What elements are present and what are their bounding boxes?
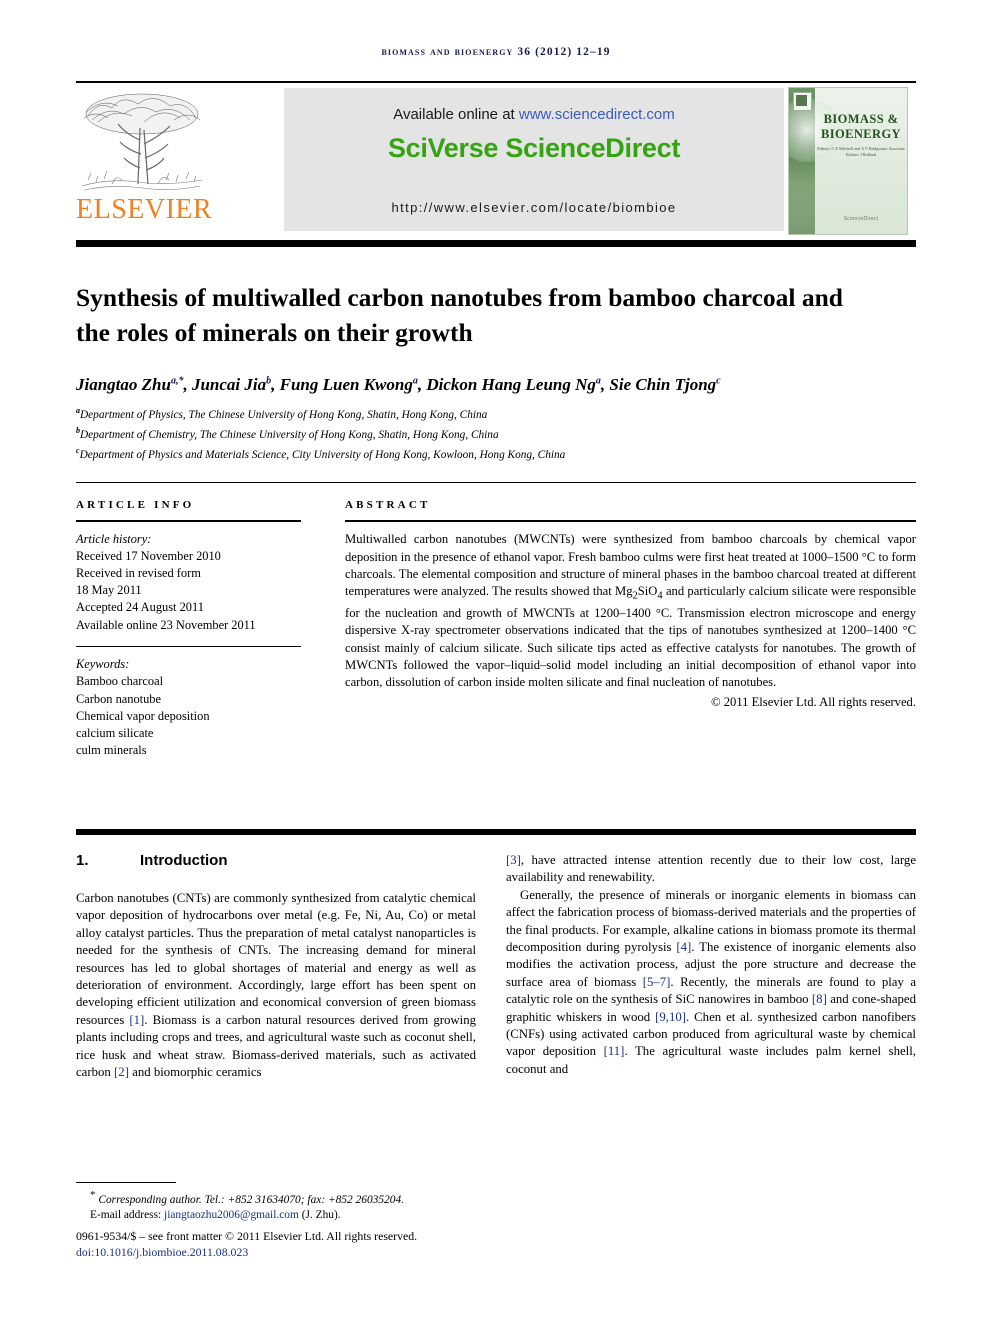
corresponding-author-text: Corresponding author. Tel.: +852 3163407… [98,1193,404,1206]
history-item-3: Accepted 24 August 2011 [76,600,204,615]
body-column-right: [3], have attracted intense attention re… [506,852,916,1078]
running-head: Biomass and Bioenergy 36 (2012) 12–19 [381,46,611,58]
history-item-4: Available online 23 November 2011 [76,617,256,632]
history-item-0: Received 17 November 2010 [76,548,221,563]
citation-4[interactable]: [4] [676,940,691,954]
history-item-1: Received in revised form [76,565,201,580]
keywords-label: Keywords: [76,657,130,672]
info-block-top-rule [76,482,916,484]
sciencedirect-url[interactable]: www.sciencedirect.com [519,106,675,123]
author-list: Jiangtao Zhua,*, Juncai Jiab, Fung Luen … [76,375,721,394]
right-paragraph-1-text: , have attracted intense attention recen… [506,853,916,885]
info-block-bottom-rule [76,829,916,835]
left-paragraph-part-c: and biomorphic ceramics [128,1065,262,1080]
author-0-affiliation-mark: a,* [170,375,184,387]
sciencedirect-banner: Available online at www.sciencedirect.co… [284,88,784,231]
elsevier-tree-icon [81,93,203,191]
section-title: Introduction [140,852,228,869]
section-number: 1. [76,852,89,869]
email-suffix: (J. Zhu). [298,1209,341,1222]
article-title: Synthesis of multiwalled carbon nanotube… [76,283,843,348]
author-3: Dickon Hang Leung Ng [426,375,596,394]
article-info-heading: ARTICLE INFO [76,499,195,511]
author-2: Fung Luen Kwong [279,375,413,394]
affiliation-0: aDepartment of Physics, The Chinese Univ… [76,403,876,423]
citation-1[interactable]: [1] [129,1013,144,1027]
sciverse-sciencedirect-logo: SciVerse ScienceDirect [387,133,681,163]
journal-cover-thumbnail: BIOMASS & BIOENERGY Editors: C E Mitchel… [788,87,908,235]
article-history: Article history: Received 17 November 20… [76,531,301,634]
abstract-column: ABSTRACT Multiwalled carbon nanotubes (M… [345,499,916,711]
email-label: E-mail address: [90,1209,165,1222]
email-link[interactable]: jiangtaozhu2006@gmail.com [164,1209,299,1221]
article-history-label: Article history: [76,531,152,546]
cover-sciencedirect-mark: ScienceDirect [843,216,879,222]
elsevier-logo: ELSEVIER [76,88,213,234]
journal-article-page: Biomass and Bioenergy 36 (2012) 12–19 [0,0,992,1323]
author-4: Sie Chin Tjong [609,375,717,394]
header-rule [76,81,916,83]
author-4-affiliation-mark: c [716,375,721,387]
front-matter-line: 0961-9534/$ – see front matter © 2011 El… [76,1229,418,1243]
keyword-0: Bamboo charcoal [76,674,164,689]
abstract-text: Multiwalled carbon nanotubes (MWCNTs) we… [345,531,916,691]
history-item-2: 18 May 2011 [76,583,142,598]
doi-link[interactable]: doi:10.1016/j.biombioe.2011.08.023 [76,1244,576,1260]
author-0: Jiangtao Zhu [76,375,171,394]
affiliation-1-text: Department of Chemistry, The Chinese Uni… [80,428,499,441]
left-paragraph-part-a: Carbon nanotubes (CNTs) are commonly syn… [76,891,476,1027]
affiliation-0-text: Department of Physics, The Chinese Unive… [80,408,488,421]
body-column-left: Carbon nanotubes (CNTs) are commonly syn… [76,890,476,1081]
keyword-list: Keywords: Bamboo charcoal Carbon nanotub… [76,656,301,759]
affiliation-1: bDepartment of Chemistry, The Chinese Un… [76,423,876,443]
citation-8[interactable]: [11] [604,1044,625,1058]
abstract-part-2: and particularly calcium silicate were r… [345,584,916,690]
cover-editors: Editors: C E Mitchell and A V Bridgwater… [817,146,905,157]
available-online-text: Available online at [393,106,519,123]
keyword-1: Carbon nanotube [76,691,161,706]
cover-grass [789,184,815,234]
article-info-column: ARTICLE INFO Article history: Received 1… [76,499,301,759]
keywords-rule [76,645,301,648]
author-1: Juncai Jia [191,375,267,394]
article-info-rule [76,520,301,522]
citation-2[interactable]: [2] [114,1065,129,1079]
front-matter-block: 0961-9534/$ – see front matter © 2011 El… [76,1228,576,1260]
footnote-block: * Corresponding author. Tel.: +852 31634… [76,1188,546,1224]
elsevier-wordmark: ELSEVIER [76,194,213,225]
available-online-line: Available online at www.sciencedirect.co… [284,106,784,123]
masthead: ELSEVIER Available online at www.science… [76,85,916,235]
citation-7[interactable]: [9,10] [655,1010,686,1024]
right-paragraph-2: Generally, the presence of minerals or i… [506,887,916,1078]
author-1-affiliation-mark: b [266,375,272,387]
affiliation-2-text: Department of Physics and Materials Scie… [79,448,566,461]
right-paragraph-1: [3], have attracted intense attention re… [506,852,916,887]
asterisk-icon: * [90,1189,96,1201]
formula-middle: SiO [637,584,658,599]
affiliation-2: cDepartment of Physics and Materials Sci… [76,443,876,463]
cover-title: BIOMASS & BIOENERGY [820,112,901,141]
keyword-3: calcium silicate [76,726,154,741]
journal-homepage-url[interactable]: http://www.elsevier.com/locate/biombioe [284,200,784,215]
keyword-4: culm minerals [76,743,147,758]
abstract-heading: ABSTRACT [345,499,431,511]
cover-publisher-mark [793,92,812,111]
author-2-affiliation-mark: a [412,375,418,387]
citation-6[interactable]: [8] [812,992,827,1006]
abstract-rule [345,520,916,523]
citation-3[interactable]: [3] [506,853,521,867]
citation-5[interactable]: [5–7] [643,975,671,989]
author-3-affiliation-mark: a [595,375,601,387]
corresponding-author-note: * Corresponding author. Tel.: +852 31634… [76,1188,546,1208]
abstract-copyright: © 2011 Elsevier Ltd. All rights reserved… [711,694,916,709]
email-note: E-mail address: jiangtaozhu2006@gmail.co… [76,1208,546,1223]
affiliation-list: aDepartment of Physics, The Chinese Univ… [76,403,876,463]
footnote-rule [76,1182,176,1184]
masthead-bottom-rule [76,240,916,247]
keyword-2: Chemical vapor deposition [76,708,210,723]
